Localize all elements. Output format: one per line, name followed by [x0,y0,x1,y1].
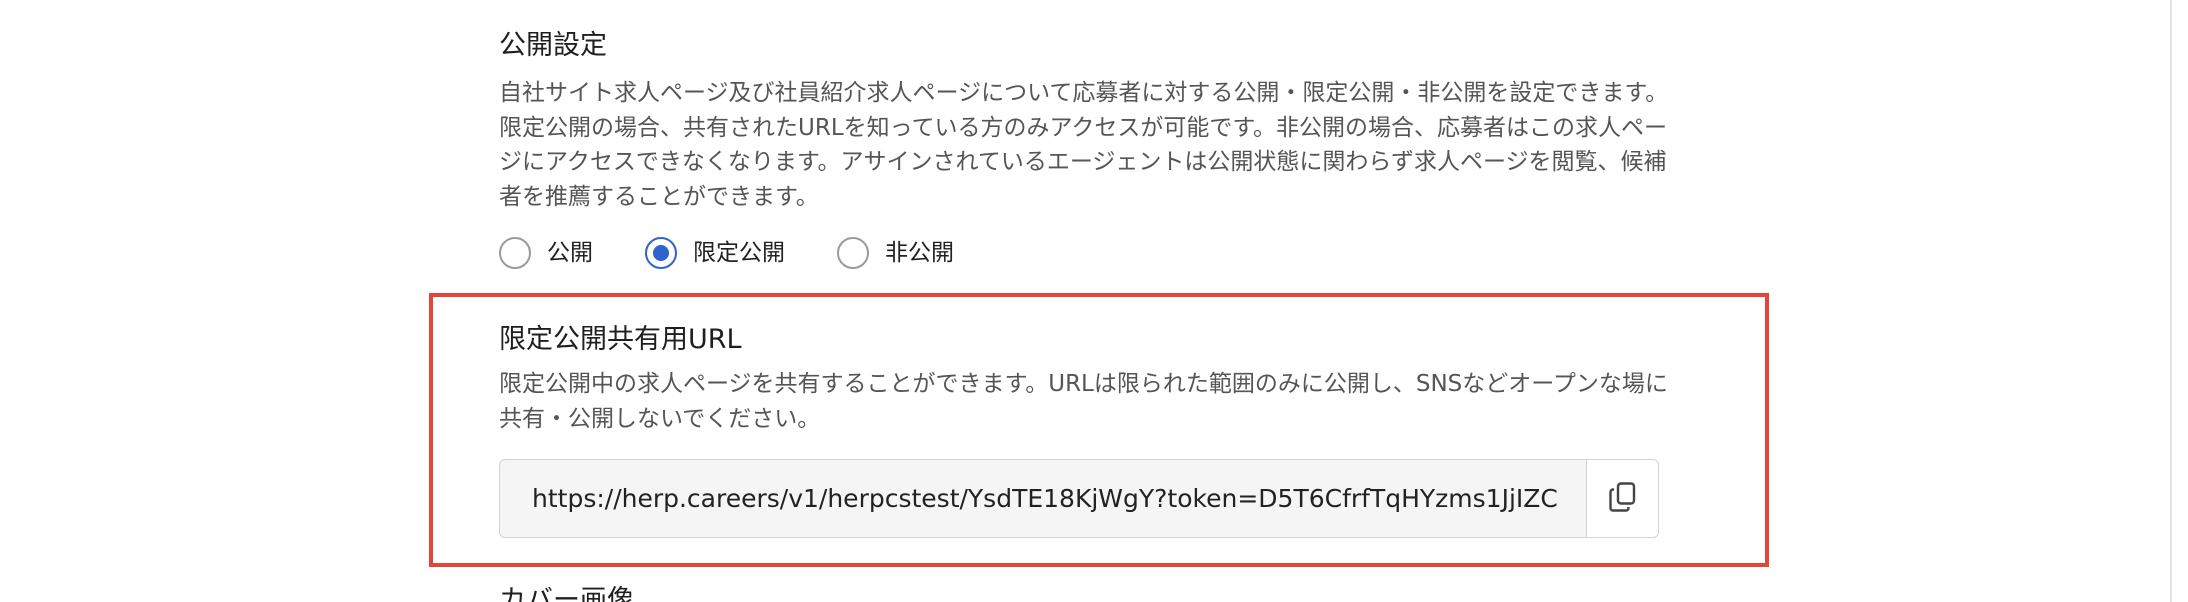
radio-selected-dot [653,245,669,261]
cover-image-section-title: カバー画像 [499,585,634,602]
copy-icon [1608,481,1638,517]
share-url-field [499,459,1659,538]
radio-label-limited: 限定公開 [693,240,785,266]
radio-label-public: 公開 [547,240,593,266]
radio-label-private: 非公開 [885,240,954,266]
visibility-section-title: 公開設定 [499,30,607,61]
share-url-description: 限定公開中の求人ページを共有することができます。URLは限られた範囲のみに公開し… [499,371,1668,432]
radio-option-private[interactable]: 非公開 [837,237,954,269]
share-url-title: 限定公開共有用URL [499,324,742,355]
scrollbar-track[interactable] [2170,0,2172,602]
radio-option-limited[interactable]: 限定公開 [645,237,785,269]
share-url-input[interactable] [500,460,1586,537]
visibility-description: 自社サイト求人ページ及び社員紹介求人ページについて応募者に対する公開・限定公開・… [499,80,1669,210]
copy-url-button[interactable] [1586,460,1658,537]
radio-option-public[interactable]: 公開 [499,237,593,269]
radio-button-public[interactable] [499,237,531,269]
visibility-radio-group: 公開 限定公開 非公開 [499,236,1006,270]
job-settings-page: 公開設定 自社サイト求人ページ及び社員紹介求人ページについて応募者に対する公開・… [0,0,2188,602]
radio-button-private[interactable] [837,237,869,269]
radio-button-limited[interactable] [645,237,677,269]
